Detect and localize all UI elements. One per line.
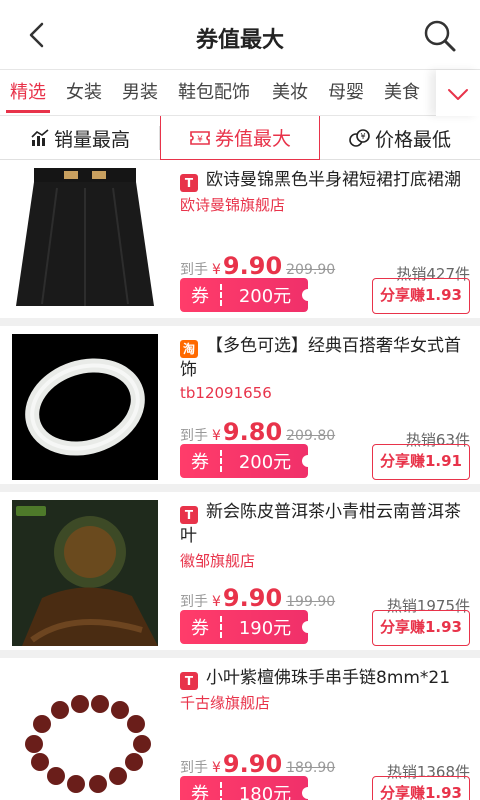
coupon-button[interactable]: 券 180元: [180, 776, 314, 800]
final-price-label: 到手: [180, 428, 208, 444]
product-card[interactable]: T 新会陈皮普洱茶小青柑云南普洱茶叶 徽邹旗舰店 到手 ¥9.90 199.90 热销…: [0, 492, 480, 658]
original-price: 209.80: [286, 428, 336, 444]
final-price: 9.90: [222, 750, 283, 778]
tmall-badge-icon: T: [180, 174, 198, 192]
product-card[interactable]: 淘【多色可选】经典百搭奢华女式首饰 tb12091656 到手 ¥9.80 209.…: [0, 326, 480, 492]
currency-symbol: ¥: [212, 262, 221, 278]
page-title: 券值最大: [195, 28, 284, 53]
final-price: 9.90: [222, 252, 283, 280]
price-row: 到手 ¥9.90 199.90: [180, 584, 335, 612]
search-icon: [424, 20, 456, 52]
final-price-label: 到手: [180, 760, 208, 776]
product-title-line: 淘【多色可选】经典百搭奢华女式首饰: [180, 334, 470, 382]
coupon-amount: 200元: [238, 452, 292, 473]
tmall-badge-icon: T: [180, 506, 198, 524]
currency-symbol: ¥: [212, 428, 221, 444]
coupon-label: 券: [191, 784, 209, 800]
product-title: 欧诗曼锦黑色半身裙短裙打底裙潮: [206, 170, 461, 190]
currency-symbol: ¥: [212, 594, 221, 610]
category-tab-baby[interactable]: 母婴: [328, 78, 364, 104]
product-image-jade-bangle[interactable]: [12, 334, 158, 480]
bar-chart-icon: [31, 129, 49, 146]
chevron-down-icon: [448, 89, 468, 100]
shop-name[interactable]: 千古缘旗舰店: [180, 692, 470, 713]
sort-tab-price[interactable]: ¥ 价格最低: [320, 116, 480, 160]
sort-tab-coupon-value[interactable]: ¥ 券值最大: [160, 116, 320, 160]
coupon-label: 券: [191, 452, 209, 473]
final-price: 9.90: [222, 584, 283, 612]
coupon-amount: 190元: [238, 618, 292, 639]
sort-bar: 销量最高 ¥ 券值最大 ¥ 价格最低: [0, 116, 480, 160]
product-image-skirt[interactable]: [12, 168, 158, 314]
sort-tab-label: 价格最低: [374, 128, 451, 151]
product-title-line: T 小叶紫檀佛珠手串手链8mm*21: [180, 666, 470, 690]
price-row: 到手 ¥9.80 209.80: [180, 418, 335, 446]
product-card[interactable]: T 欧诗曼锦黑色半身裙短裙打底裙潮 欧诗曼锦旗舰店 到手 ¥9.90 209.90 热…: [0, 160, 480, 326]
tmall-badge-icon: T: [180, 672, 198, 690]
category-tab-food[interactable]: 美食: [384, 78, 420, 104]
product-title: 小叶紫檀佛珠手串手链8mm*21: [206, 668, 451, 688]
original-price: 189.90: [286, 760, 336, 776]
category-tab-beauty[interactable]: 美妆: [272, 78, 308, 104]
coins-icon: ¥: [349, 129, 370, 147]
category-tab-featured[interactable]: 精选: [10, 78, 46, 104]
coupon-button[interactable]: 券 200元: [180, 444, 314, 478]
product-image-bracelet[interactable]: [12, 666, 158, 800]
product-title-line: T 欧诗曼锦黑色半身裙短裙打底裙潮: [180, 168, 470, 192]
category-tab-bags-accessories[interactable]: 鞋包配饰: [178, 78, 250, 104]
category-expand-button[interactable]: [436, 70, 480, 116]
coupon-icon: ¥: [190, 130, 210, 145]
share-earn-button[interactable]: 分享赚1.93: [372, 610, 470, 646]
product-title: 【多色可选】经典百搭奢华女式首饰: [180, 336, 461, 380]
coupon-label: 券: [191, 286, 209, 307]
coupon-button[interactable]: 券 200元: [180, 278, 314, 312]
coupon-amount: 180元: [238, 784, 292, 800]
final-price-label: 到手: [180, 594, 208, 610]
product-list: T 欧诗曼锦黑色半身裙短裙打底裙潮 欧诗曼锦旗舰店 到手 ¥9.90 209.90 热…: [0, 160, 480, 800]
final-price-label: 到手: [180, 262, 208, 278]
final-price: 9.80: [222, 418, 283, 446]
taobao-badge-icon: 淘: [180, 340, 198, 358]
search-button[interactable]: [422, 18, 458, 54]
currency-symbol: ¥: [212, 760, 221, 776]
category-tab-women[interactable]: 女装: [66, 78, 102, 104]
shop-name[interactable]: tb12091656: [180, 384, 470, 402]
category-active-indicator: [6, 110, 50, 113]
sort-tab-label: 券值最大: [214, 128, 291, 150]
svg-text:¥: ¥: [197, 135, 203, 145]
original-price: 199.90: [286, 594, 336, 610]
coupon-button[interactable]: 券 190元: [180, 610, 314, 644]
shop-name[interactable]: 欧诗曼锦旗舰店: [180, 194, 470, 215]
category-tab-men[interactable]: 男装: [122, 78, 158, 104]
coupon-amount: 200元: [238, 286, 292, 307]
sort-tab-sales[interactable]: 销量最高: [0, 116, 160, 160]
product-card[interactable]: T 小叶紫檀佛珠手串手链8mm*21 千古缘旗舰店 到手 ¥9.90 189.90 热…: [0, 658, 480, 800]
sort-tab-label: 销量最高: [53, 128, 130, 151]
shop-name[interactable]: 徽邹旗舰店: [180, 550, 470, 571]
product-title-line: T 新会陈皮普洱茶小青柑云南普洱茶叶: [180, 500, 470, 548]
original-price: 209.90: [286, 262, 336, 278]
svg-text:¥: ¥: [360, 132, 365, 141]
product-title: 新会陈皮普洱茶小青柑云南普洱茶叶: [180, 502, 461, 546]
share-earn-button[interactable]: 分享赚1.93: [372, 776, 470, 800]
product-image-tea[interactable]: [12, 500, 158, 646]
top-bar: 券值最大: [0, 0, 480, 70]
category-bar: 精选 女装 男装 鞋包配饰 美妆 母婴 美食: [0, 70, 480, 116]
price-row: 到手 ¥9.90 189.90: [180, 750, 335, 778]
share-earn-button[interactable]: 分享赚1.91: [372, 444, 470, 480]
coupon-label: 券: [191, 618, 209, 639]
price-row: 到手 ¥9.90 209.90: [180, 252, 335, 280]
share-earn-button[interactable]: 分享赚1.93: [372, 278, 470, 314]
